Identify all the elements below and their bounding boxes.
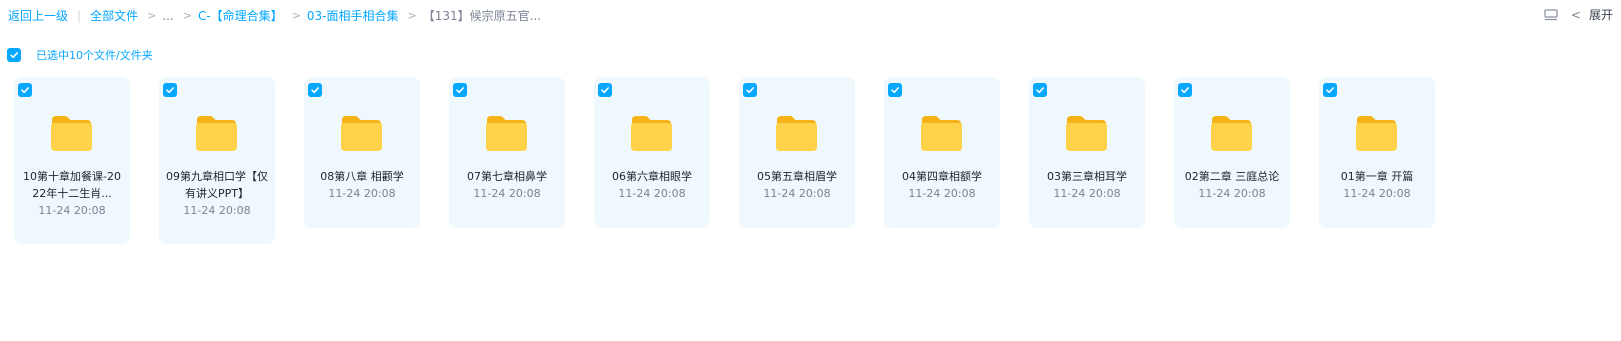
folder-name: 06第六章相眼学 — [612, 170, 692, 183]
folder-name: 09第九章相口学【仅有讲义PPT】 — [166, 170, 268, 200]
folder-icon — [51, 116, 92, 151]
folder-card[interactable]: 07第七章相鼻学 11-24 20:08 — [449, 77, 565, 228]
folder-icon — [1066, 116, 1107, 151]
folder-card[interactable]: 03第三章相耳学 11-24 20:08 — [1029, 77, 1145, 228]
breadcrumb-level1[interactable]: C-【命理合集】 — [198, 7, 283, 24]
list-view-icon[interactable] — [1543, 7, 1559, 23]
folder-modified-time: 11-24 20:08 — [908, 187, 976, 200]
select-all-checkbox[interactable] — [7, 48, 21, 62]
folder-icon — [341, 116, 382, 151]
check-icon — [1326, 87, 1334, 94]
folder-icon — [196, 116, 237, 151]
folder-icon — [921, 116, 962, 151]
expand-button[interactable]: 展开 — [1589, 6, 1613, 23]
folder-card[interactable]: 08第八章 相颧学 11-24 20:08 — [304, 77, 420, 228]
folder-checkbox[interactable] — [18, 83, 32, 97]
chevron-right-icon: > — [291, 9, 301, 22]
folder-modified-time: 11-24 20:08 — [473, 187, 541, 200]
check-icon — [166, 87, 174, 94]
check-icon — [456, 87, 464, 94]
folder-name: 07第七章相鼻学 — [467, 170, 547, 183]
folder-modified-time: 11-24 20:08 — [328, 187, 396, 200]
folder-modified-time: 11-24 20:08 — [38, 204, 106, 217]
folder-card[interactable]: 05第五章相眉学 11-24 20:08 — [739, 77, 855, 228]
check-icon — [891, 87, 899, 94]
folder-checkbox[interactable] — [1178, 83, 1192, 97]
folder-name: 02第二章 三庭总论 — [1184, 170, 1280, 183]
check-icon — [1036, 87, 1044, 94]
check-icon — [601, 87, 609, 94]
breadcrumb-level2[interactable]: 03-面相手相合集 — [307, 7, 399, 24]
chevron-left-icon[interactable]: < — [1571, 8, 1581, 22]
folder-icon — [776, 116, 817, 151]
folder-card[interactable]: 02第二章 三庭总论 11-24 20:08 — [1174, 77, 1290, 228]
folder-modified-time: 11-24 20:08 — [183, 204, 251, 217]
folder-name: 08第八章 相颧学 — [320, 170, 404, 183]
folder-checkbox[interactable] — [888, 83, 902, 97]
check-icon — [10, 52, 18, 59]
check-icon — [746, 87, 754, 94]
folder-modified-time: 11-24 20:08 — [618, 187, 686, 200]
folder-checkbox[interactable] — [598, 83, 612, 97]
selection-bar: 已选中10个文件/文件夹 — [7, 47, 153, 63]
top-bar: 返回上一级 | 全部文件 > ... > C-【命理合集】 > 03-面相手相合… — [0, 0, 1621, 30]
check-icon — [21, 87, 29, 94]
folder-icon — [1211, 116, 1252, 151]
folder-name: 04第四章相额学 — [902, 170, 982, 183]
breadcrumb-current: 【131】候宗原五官... — [422, 9, 542, 23]
chevron-right-icon: > — [182, 9, 192, 22]
folder-modified-time: 11-24 20:08 — [1053, 187, 1121, 200]
folder-checkbox[interactable] — [1033, 83, 1047, 97]
folder-name: 10第十章加餐课-2022年十二生肖... — [23, 170, 121, 200]
folder-checkbox[interactable] — [1323, 83, 1337, 97]
breadcrumb-ellipsis[interactable]: ... — [162, 9, 173, 23]
folder-name: 05第五章相眉学 — [757, 170, 837, 183]
folder-card[interactable]: 01第一章 开篇 11-24 20:08 — [1319, 77, 1435, 228]
breadcrumb-all-files[interactable]: 全部文件 — [90, 7, 138, 24]
check-icon — [1181, 87, 1189, 94]
chevron-right-icon: > — [147, 9, 157, 22]
folder-icon — [1356, 116, 1397, 151]
folder-card[interactable]: 09第九章相口学【仅有讲义PPT】 11-24 20:08 — [159, 77, 275, 244]
folder-modified-time: 11-24 20:08 — [763, 187, 831, 200]
folder-icon — [631, 116, 672, 151]
folder-checkbox[interactable] — [308, 83, 322, 97]
folder-name: 01第一章 开篇 — [1340, 170, 1414, 183]
folder-modified-time: 11-24 20:08 — [1198, 187, 1266, 200]
breadcrumb: 返回上一级 | 全部文件 > ... > C-【命理合集】 > 03-面相手相合… — [8, 7, 541, 24]
folder-checkbox[interactable] — [453, 83, 467, 97]
check-icon — [311, 87, 319, 94]
folder-checkbox[interactable] — [163, 83, 177, 97]
back-link[interactable]: 返回上一级 — [8, 7, 68, 24]
folder-card[interactable]: 10第十章加餐课-2022年十二生肖... 11-24 20:08 — [14, 77, 130, 244]
folder-modified-time: 11-24 20:08 — [1343, 187, 1411, 200]
folder-card[interactable]: 06第六章相眼学 11-24 20:08 — [594, 77, 710, 228]
view-tools: < 展开 — [1543, 6, 1613, 23]
folder-checkbox[interactable] — [743, 83, 757, 97]
chevron-right-icon: > — [407, 9, 417, 22]
selection-count: 已选中10个文件/文件夹 — [36, 49, 153, 62]
folder-card[interactable]: 04第四章相额学 11-24 20:08 — [884, 77, 1000, 228]
folder-name: 03第三章相耳学 — [1047, 170, 1127, 183]
breadcrumb-divider: | — [77, 8, 82, 23]
folder-icon — [486, 116, 527, 151]
